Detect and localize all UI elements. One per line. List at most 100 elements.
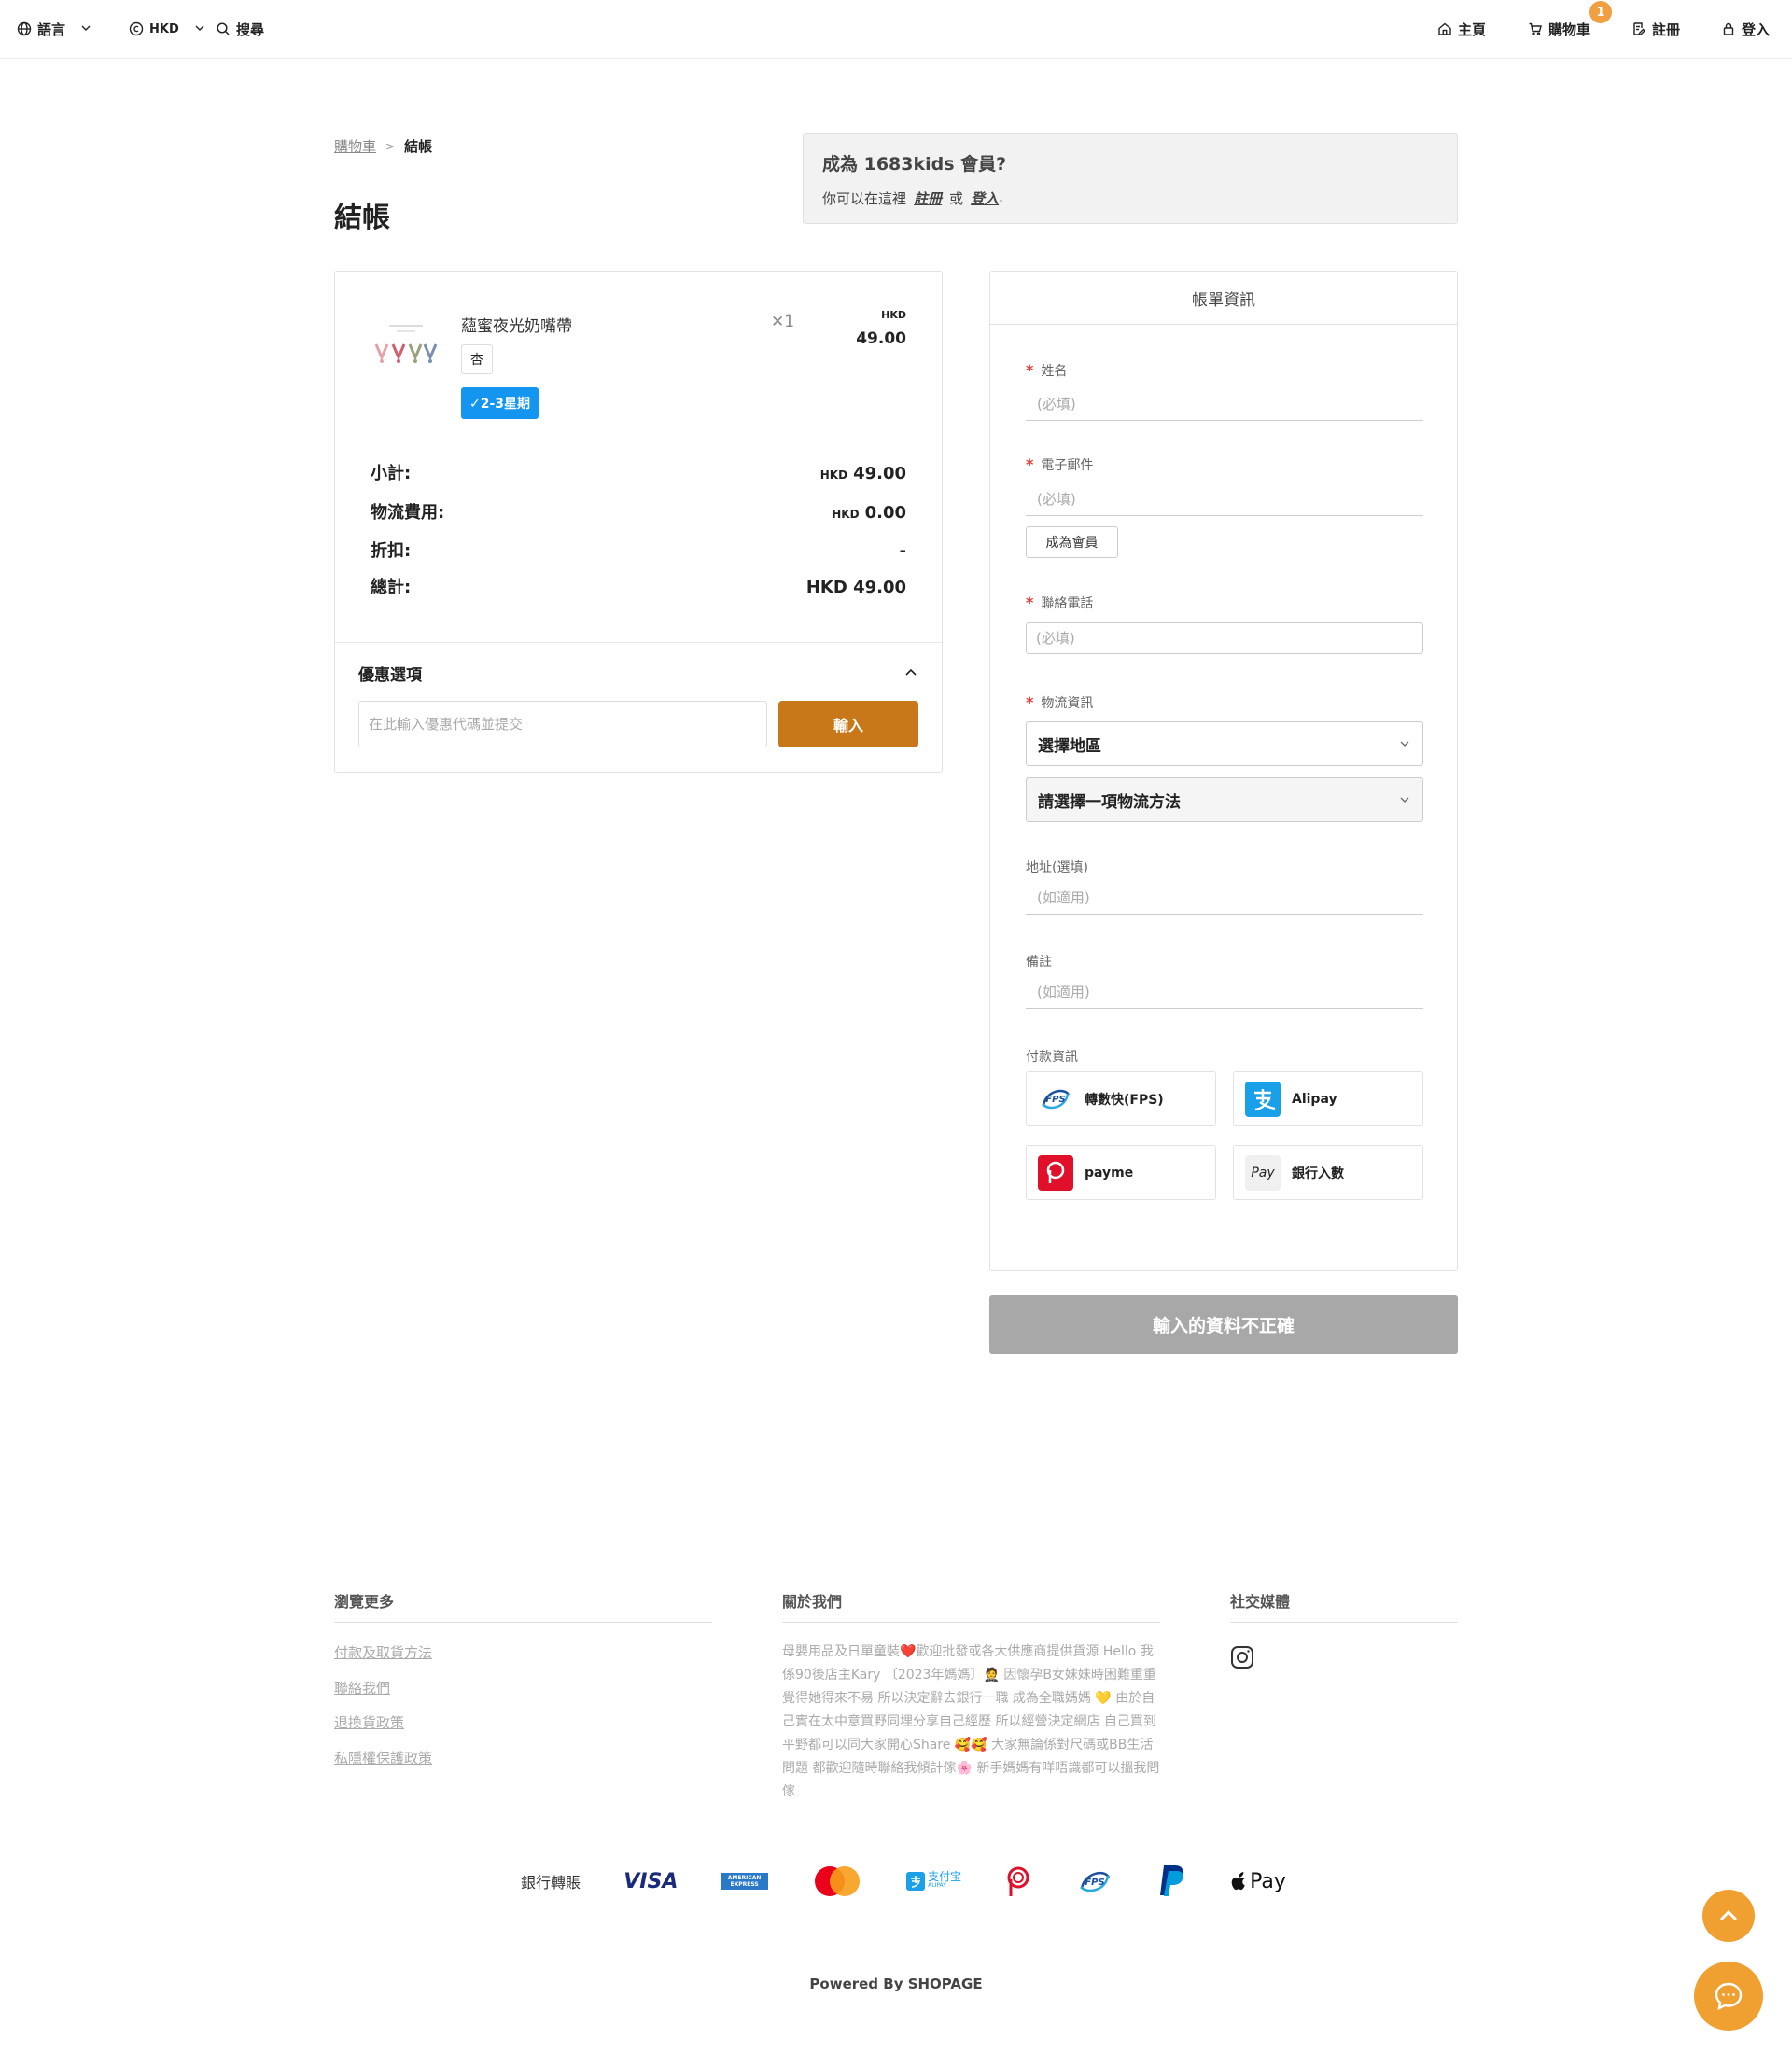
- shipping-fee-label: 物流費用:: [371, 503, 445, 523]
- member-dot: .: [999, 189, 1003, 205]
- search-label: 搜尋: [236, 21, 265, 38]
- subtotal-amount: HKD 49.00: [820, 464, 906, 483]
- billing-form: 帳單資訊 * 姓名 * 電子郵件 成為會員 * 聯絡電話 * 物流資訊 選擇地區 請選擇…: [989, 271, 1458, 1271]
- product-quantity: ✕1: [771, 313, 795, 331]
- chevron-up-icon[interactable]: [903, 664, 918, 679]
- member-prompt-prefix: 你可以在這裡: [822, 190, 907, 207]
- footer-link-payment[interactable]: 付款及取貨方法: [334, 1642, 432, 1662]
- coupon-input[interactable]: [358, 701, 767, 747]
- breadcrumb: 購物車 > 結帳: [334, 136, 432, 156]
- language-label: 語言: [37, 21, 66, 38]
- payment-alipay-label: Alipay: [1292, 1091, 1337, 1107]
- total-label: 總計:: [371, 578, 412, 597]
- chat-button[interactable]: [1694, 1962, 1763, 2031]
- subtotal-label: 小計:: [371, 464, 412, 483]
- member-prompt-text: 你可以在這裡 註冊 或 登入.: [822, 189, 1438, 208]
- instagram-icon[interactable]: [1230, 1645, 1254, 1669]
- name-input[interactable]: [1026, 387, 1423, 421]
- coupon-submit-button[interactable]: 輸入: [778, 701, 918, 747]
- phone-label: * 聯絡電話: [1026, 594, 1093, 612]
- payment-label: 付款資訊: [1026, 1047, 1078, 1066]
- payment-label-text: 付款資訊: [1026, 1050, 1078, 1065]
- apple-pay-text: Pay: [1250, 1869, 1286, 1893]
- footer-about-title: 關於我們: [782, 1593, 843, 1611]
- nav-register[interactable]: 註冊: [1631, 19, 1680, 39]
- payment-option-payme[interactable]: payme: [1026, 1145, 1216, 1200]
- bank-transfer-label: 銀行轉賬: [521, 1874, 581, 1892]
- nav-cart[interactable]: 購物車: [1528, 19, 1590, 39]
- address-label-text: 地址(選填): [1026, 860, 1088, 875]
- payme-icon: [1007, 1866, 1029, 1896]
- address-label: 地址(選填): [1026, 858, 1088, 876]
- alipay-logo-text: 支付宝: [928, 1870, 962, 1883]
- total-row: 總計: HKD 49.00: [371, 574, 906, 598]
- shipping-method-value: 請選擇一項物流方法: [1038, 792, 1181, 812]
- subtotal-currency: HKD: [819, 468, 848, 482]
- chevron-down-icon: [1400, 741, 1409, 747]
- currency-icon: [129, 21, 144, 36]
- apple-pay-icon: Pay: [1231, 1870, 1286, 1893]
- alipay-icon: 支付宝 ALIPAY: [906, 1870, 962, 1891]
- payment-bank-label: 銀行入數: [1292, 1166, 1344, 1181]
- product-name[interactable]: 蘊蜜夜光奶嘴帶: [461, 313, 572, 336]
- payment-option-fps[interactable]: FPS 轉數快(FPS): [1026, 1071, 1216, 1126]
- fps-icon: FPS: [1079, 1871, 1110, 1892]
- product-price: 49.00: [856, 329, 906, 348]
- shipping-time-tag: ✓2-3星期: [461, 387, 539, 419]
- mastercard-icon: [814, 1866, 860, 1896]
- discount-label: 折扣:: [371, 541, 412, 561]
- divider: [782, 1622, 1160, 1623]
- shipping-method-select[interactable]: 請選擇一項物流方法: [1026, 777, 1423, 822]
- payment-option-alipay[interactable]: Alipay: [1233, 1071, 1423, 1126]
- required-mark: *: [1026, 361, 1034, 379]
- product-currency: HKD: [881, 309, 906, 321]
- divider: [334, 1622, 712, 1623]
- submit-order-button[interactable]: 輸入的資料不正確: [989, 1295, 1458, 1354]
- payment-methods-strip: 銀行轉賬 VISA AMERICAN EXPRESS 支付宝 ALIPAY FP…: [521, 1863, 1286, 1900]
- email-input[interactable]: [1026, 482, 1423, 516]
- alipay-icon: [1245, 1081, 1281, 1117]
- chevron-down-icon: [194, 21, 205, 37]
- note-label-text: 備註: [1026, 955, 1052, 970]
- visa-icon: VISA: [623, 1869, 679, 1893]
- register-label: 註冊: [1652, 21, 1681, 38]
- divider: [1230, 1622, 1458, 1623]
- product-variant-tag: 杏: [461, 344, 493, 374]
- scroll-to-top-button[interactable]: [1702, 1890, 1755, 1942]
- coupon-section-title[interactable]: 優惠選項: [358, 662, 422, 685]
- footer-link-contact[interactable]: 聯絡我們: [334, 1678, 390, 1697]
- name-label-text: 姓名: [1041, 364, 1068, 379]
- chevron-down-icon: [1400, 797, 1409, 803]
- member-login-link[interactable]: 登入: [971, 189, 999, 208]
- footer-about-text: 母嬰用品及日單童裝❤️歡迎批發或各大供應商提供貨源 Hello 我係90後店主K…: [782, 1644, 1160, 1799]
- language-selector[interactable]: 語言: [17, 19, 91, 39]
- breadcrumb-cart-link[interactable]: 購物車: [334, 136, 376, 156]
- nav-home[interactable]: 主頁: [1437, 19, 1486, 39]
- currency-label: HKD: [149, 21, 179, 36]
- payment-option-bank[interactable]: Pay 銀行入數: [1233, 1145, 1423, 1200]
- cart-summary: 蘊蜜夜光奶嘴帶 ✕1 HKD 49.00 杏 ✓2-3星期 小計: HKD 49.…: [334, 271, 943, 773]
- breadcrumb-separator: >: [385, 139, 396, 153]
- phone-input[interactable]: [1026, 622, 1423, 654]
- logistics-label: * 物流資訊: [1026, 693, 1093, 712]
- currency-selector[interactable]: HKD: [129, 19, 205, 39]
- footer-link-returns[interactable]: 退換貨政策: [334, 1712, 404, 1732]
- lock-icon: [1723, 22, 1734, 35]
- required-mark: *: [1026, 594, 1034, 611]
- cart-label: 購物車: [1548, 21, 1591, 38]
- become-member-button[interactable]: 成為會員: [1026, 526, 1118, 558]
- payment-payme-label: payme: [1085, 1165, 1134, 1180]
- address-input[interactable]: [1026, 881, 1423, 915]
- chat-icon: [1715, 1982, 1743, 2011]
- search-icon: [217, 22, 230, 35]
- nav-login[interactable]: 登入: [1721, 19, 1770, 39]
- note-input[interactable]: [1026, 975, 1423, 1009]
- paypal-icon: [1159, 1865, 1183, 1896]
- member-register-link[interactable]: 註冊: [914, 189, 942, 208]
- footer-link-privacy[interactable]: 私隱權保護政策: [334, 1748, 432, 1767]
- search-button[interactable]: 搜尋: [216, 19, 264, 39]
- billing-title: 帳單資訊: [990, 272, 1457, 325]
- region-select[interactable]: 選擇地區: [1026, 721, 1423, 766]
- shipping-fee-currency: HKD: [832, 508, 860, 521]
- shipping-fee-value: 0.00: [864, 503, 906, 523]
